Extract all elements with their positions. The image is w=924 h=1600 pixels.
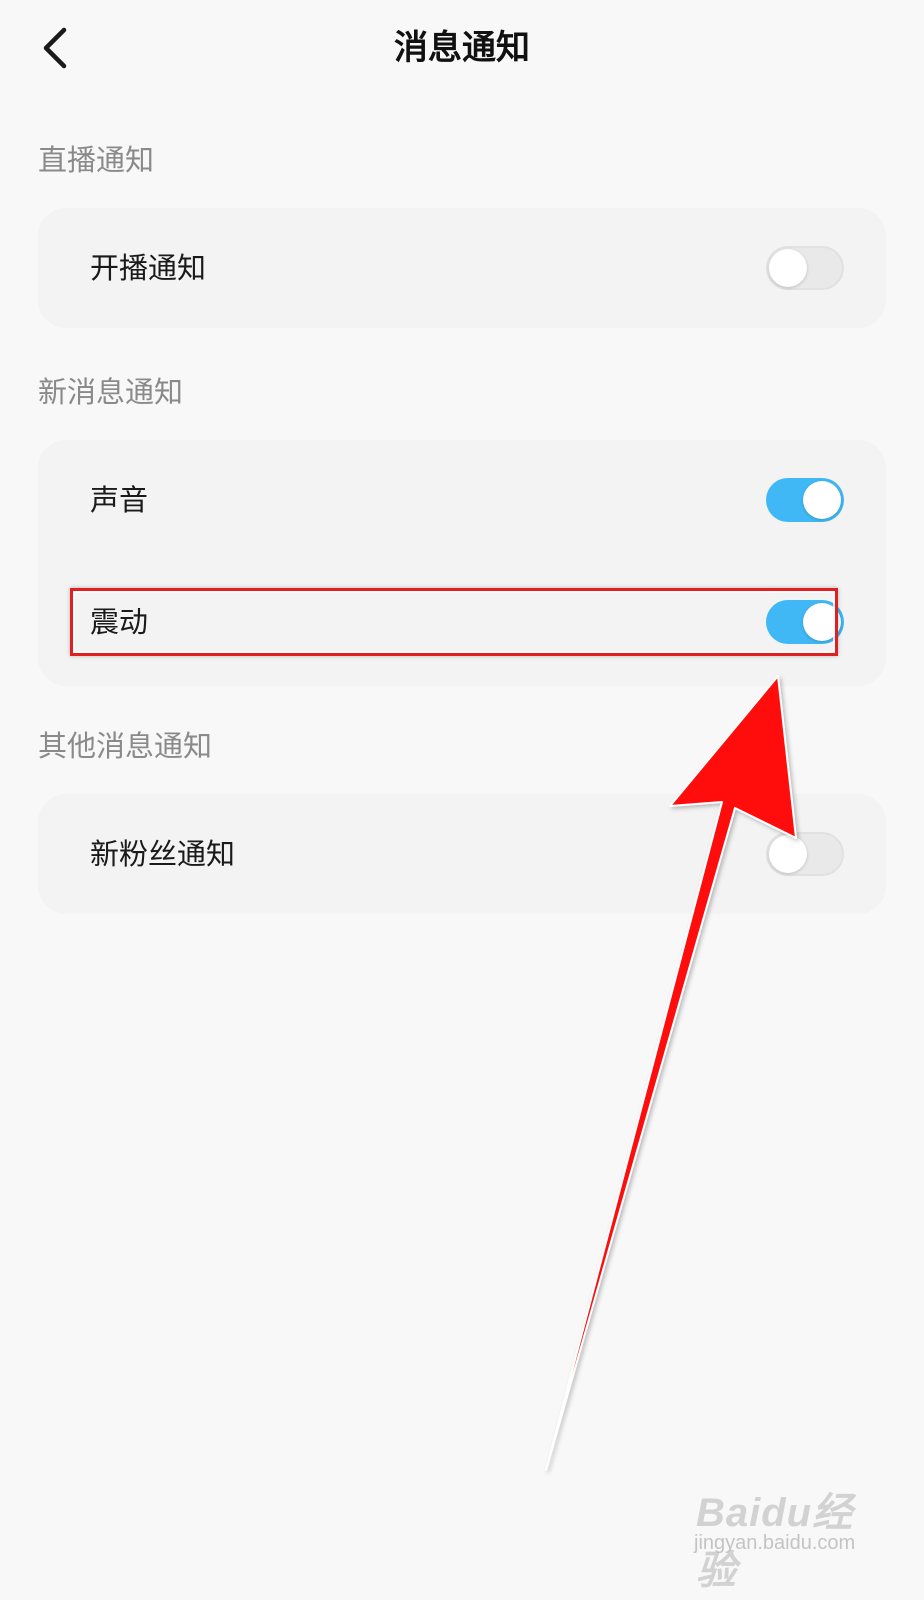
section-title-live: 直播通知 bbox=[38, 143, 155, 177]
setting-row-new-follower: 新粉丝通知 bbox=[38, 794, 886, 914]
annotation-highlight-box bbox=[70, 588, 838, 656]
setting-row-sound: 声音 bbox=[38, 440, 886, 560]
new-follower-toggle[interactable] bbox=[766, 832, 844, 876]
header-bar: 消息通知 bbox=[0, 0, 924, 100]
page-title: 消息通知 bbox=[394, 28, 530, 68]
setting-row-live-start: 开播通知 bbox=[38, 208, 886, 328]
section-title-other: 其他消息通知 bbox=[38, 729, 213, 763]
sound-toggle[interactable] bbox=[766, 478, 844, 522]
watermark-url: jingyan.baidu.com bbox=[694, 1532, 856, 1554]
setting-label: 新粉丝通知 bbox=[90, 837, 236, 871]
watermark: Baidu经验 jingyan.baidu.com bbox=[690, 1470, 890, 1593]
toggle-knob bbox=[769, 835, 807, 873]
live-start-toggle[interactable] bbox=[766, 246, 844, 290]
section-title-new-message: 新消息通知 bbox=[38, 375, 184, 409]
setting-label: 声音 bbox=[90, 483, 149, 517]
toggle-knob bbox=[803, 481, 841, 519]
setting-label: 开播通知 bbox=[90, 251, 207, 285]
toggle-knob bbox=[769, 249, 807, 287]
